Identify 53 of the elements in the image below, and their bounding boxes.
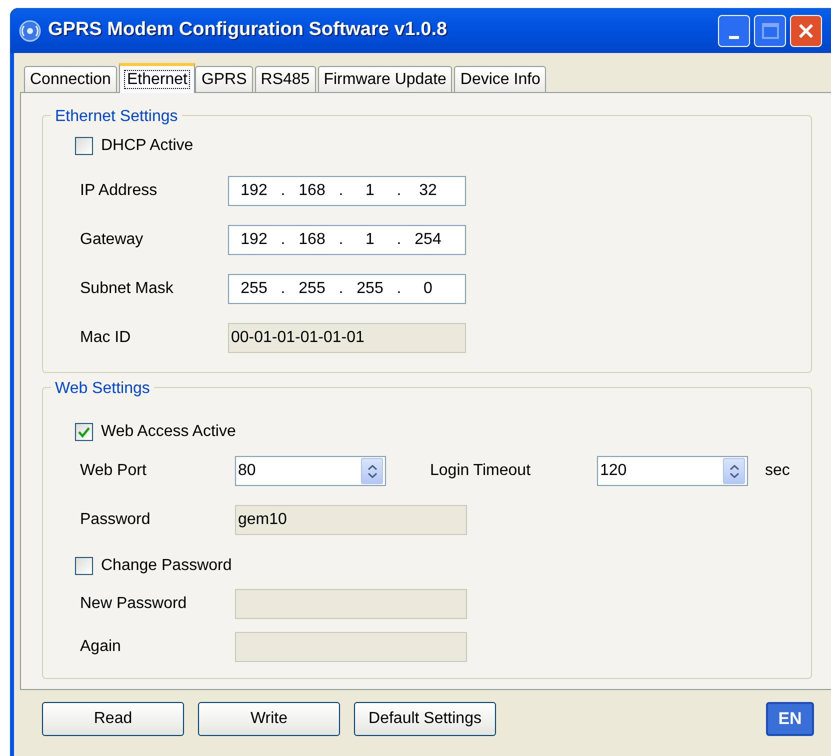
spin-arrows-icon[interactable] bbox=[361, 458, 383, 484]
octet-dot: . bbox=[280, 181, 286, 201]
field-label: Login Timeout bbox=[430, 461, 532, 481]
tab[interactable]: Firmware Update bbox=[318, 66, 452, 92]
checkbox-label[interactable]: Web Access Active bbox=[101, 420, 236, 444]
field-label: Web Port bbox=[80, 461, 148, 481]
maximize-button[interactable] bbox=[754, 14, 786, 46]
tab[interactable]: GPRS bbox=[195, 66, 253, 92]
close-button[interactable] bbox=[790, 14, 822, 46]
readonly-field[interactable]: gem10 bbox=[235, 505, 467, 535]
spin-field[interactable]: 120 bbox=[597, 456, 748, 486]
octet-dot: . bbox=[396, 181, 402, 201]
ip-address-field[interactable]: 255 . 255 . 255 . 0 bbox=[228, 274, 466, 304]
checkbox[interactable] bbox=[75, 557, 93, 575]
spin-field[interactable]: 80 bbox=[235, 456, 386, 486]
field-label: Mac ID bbox=[80, 328, 132, 348]
tab[interactable]: Device Info bbox=[454, 66, 546, 92]
action-button[interactable]: Default Settings bbox=[354, 702, 496, 736]
octet-dot: . bbox=[338, 181, 344, 201]
maximize-icon bbox=[762, 22, 778, 38]
close-icon bbox=[798, 22, 814, 38]
field-label: Again bbox=[80, 637, 122, 657]
octet-dot: . bbox=[396, 279, 402, 299]
spin-arrows-icon[interactable] bbox=[723, 458, 745, 484]
action-button[interactable]: Read bbox=[42, 702, 184, 736]
app-icon bbox=[18, 18, 42, 42]
minimize-button[interactable] bbox=[718, 14, 750, 46]
action-button[interactable]: Write bbox=[198, 702, 340, 736]
field-label: Gateway bbox=[80, 230, 144, 250]
minimize-icon bbox=[729, 36, 739, 38]
octet-dot: . bbox=[280, 230, 286, 250]
tab[interactable]: RS485 bbox=[254, 66, 316, 92]
tab[interactable]: Ethernet bbox=[118, 63, 196, 93]
unit-label: sec bbox=[765, 461, 790, 481]
window-title: GPRS Modem Configuration Software v1.0.8 bbox=[48, 18, 448, 42]
ip-address-field[interactable]: 192 . 168 . 1 . 32 bbox=[228, 176, 466, 206]
field-label: Password bbox=[80, 510, 152, 530]
checkbox-label[interactable]: DHCP Active bbox=[101, 134, 194, 158]
checkbox[interactable] bbox=[75, 137, 93, 155]
checkbox-label[interactable]: Change Password bbox=[101, 554, 232, 578]
language-button[interactable]: EN bbox=[766, 702, 814, 736]
octet-dot: . bbox=[338, 279, 344, 299]
octet-dot: . bbox=[396, 230, 402, 250]
tab[interactable]: Connection bbox=[24, 66, 117, 92]
field-label: Subnet Mask bbox=[80, 279, 174, 299]
field-label: IP Address bbox=[80, 181, 158, 201]
octet-dot: . bbox=[280, 279, 286, 299]
octet-dot: . bbox=[338, 230, 344, 250]
ip-address-field[interactable]: 192 . 168 . 1 . 254 bbox=[228, 225, 466, 255]
readonly-field[interactable]: 00-01-01-01-01-01 bbox=[228, 323, 466, 353]
field-label: New Password bbox=[80, 594, 188, 614]
checkmark-icon bbox=[78, 426, 90, 438]
checkbox[interactable] bbox=[75, 423, 93, 441]
